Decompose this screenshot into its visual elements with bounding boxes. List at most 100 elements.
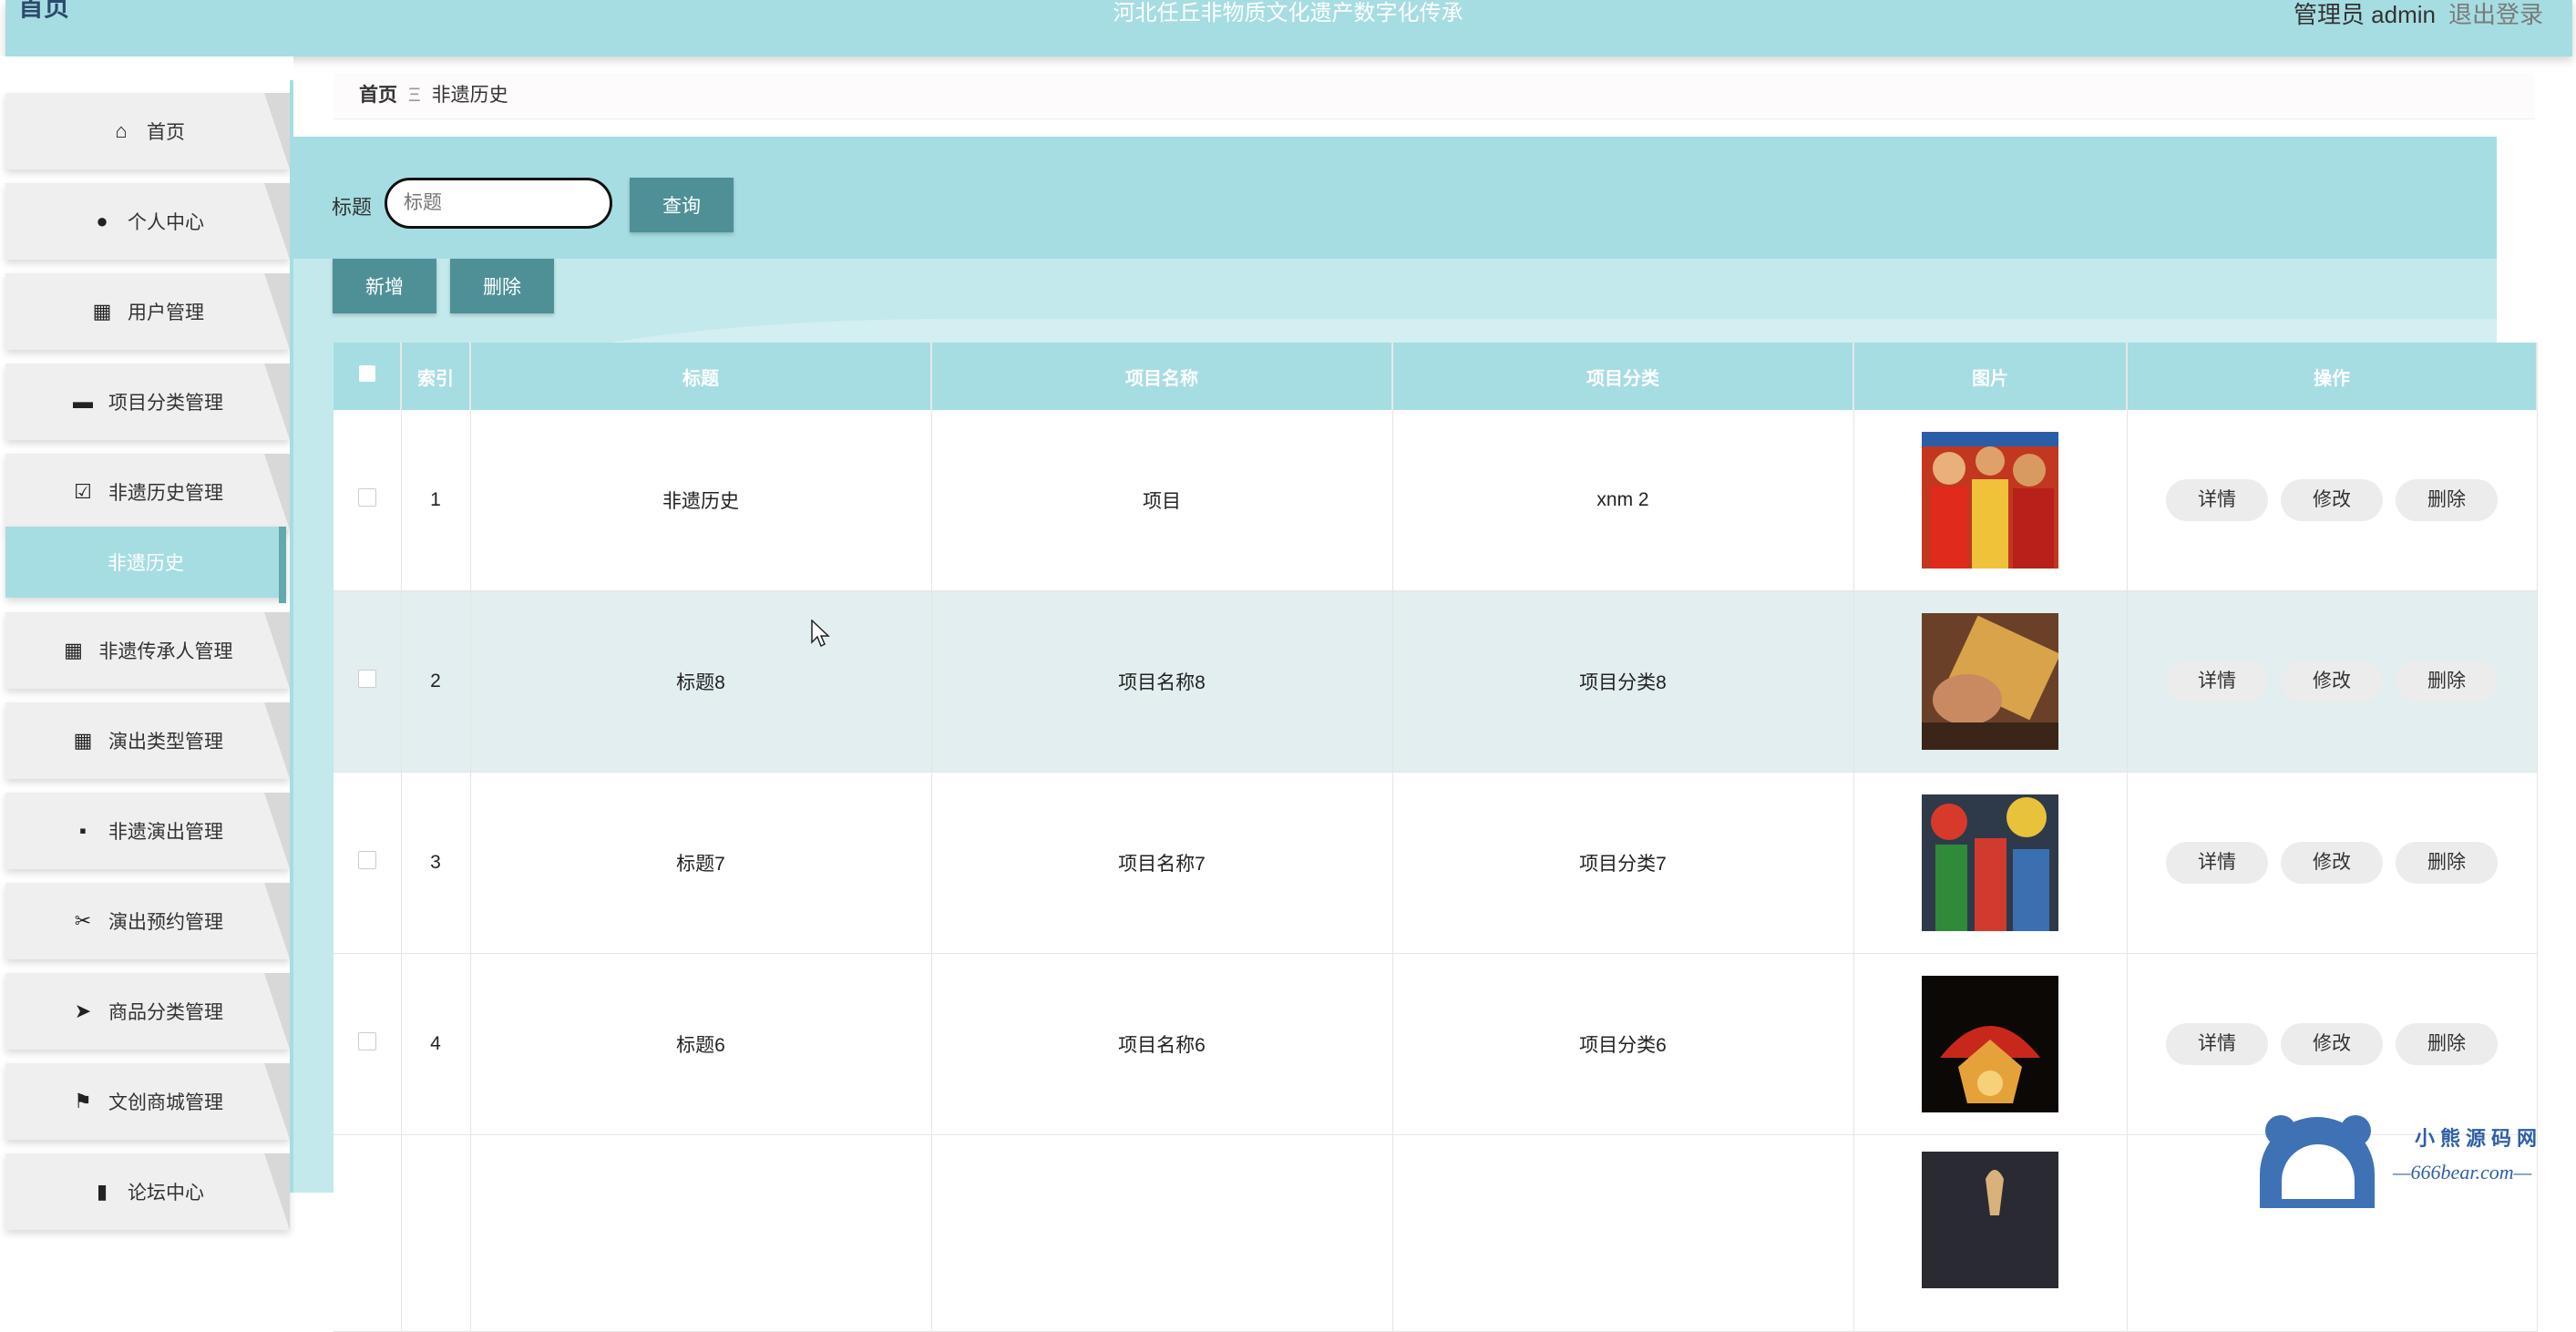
sidebar-item-inheritor[interactable]: ▦ 非遗传承人管理	[5, 612, 290, 689]
sidebar-item-label: 非遗历史	[108, 553, 184, 574]
sidebar-item-label: 文创商城管理	[108, 1092, 223, 1113]
sidebar-item-shop[interactable]: ⚑ 文创商城管理	[5, 1063, 290, 1140]
search-button[interactable]: 查询	[630, 178, 734, 232]
send-icon: ➤	[74, 999, 92, 1022]
sidebar-item-show[interactable]: ▪ 非遗演出管理	[5, 793, 290, 869]
cell-actions: 详情 修改 删除	[2127, 410, 2538, 591]
delete-button[interactable]: 删除	[2396, 661, 2498, 702]
cell-title: 非遗历史	[470, 410, 932, 591]
detail-button[interactable]: 详情	[2166, 479, 2268, 521]
sidebar-item-users[interactable]: ▦ 用户管理	[5, 273, 290, 350]
row-checkbox[interactable]	[357, 851, 376, 869]
breadcrumb: 首页 Ξ 非遗历史	[334, 73, 2535, 119]
sidebar-item-label: 用户管理	[128, 302, 204, 323]
row-select-cell	[334, 953, 402, 1135]
row-checkbox[interactable]	[357, 1032, 376, 1050]
search-input[interactable]	[385, 178, 612, 229]
table-row: 4 标题6 项目名称6 项目分类6 详情 修改 删除	[334, 953, 2538, 1135]
sidebar-item-project-category[interactable]: ▬ 项目分类管理	[5, 364, 290, 440]
row-checkbox[interactable]	[357, 670, 376, 688]
cell-title	[470, 1134, 932, 1332]
cell-project	[931, 1134, 1393, 1332]
table-row: 2 标题8 项目名称8 项目分类8 详情 修改 删除	[334, 590, 2538, 773]
user-icon: ●	[96, 210, 108, 232]
sidebar-item-profile[interactable]: ● 个人中心	[5, 183, 290, 260]
delete-button[interactable]: 删除	[2396, 842, 2498, 884]
sidebar-item-goods-category[interactable]: ➤ 商品分类管理	[5, 973, 290, 1050]
edit-button[interactable]: 修改	[2281, 1023, 2383, 1065]
watermark-title: 小熊源码网	[2415, 1127, 2543, 1150]
breadcrumb-home[interactable]: 首页	[359, 85, 397, 106]
column-header: 图片	[1853, 343, 2128, 410]
column-header: 项目名称	[931, 343, 1393, 410]
sidebar-subitem-heritage-history[interactable]: 非遗历史	[5, 527, 286, 603]
detail-button[interactable]: 详情	[2166, 842, 2268, 884]
monitor-icon: ▬	[73, 390, 93, 413]
grid-icon: ▦	[64, 639, 83, 661]
table-row: 3 标题7 项目名称7 项目分类7 详情 修改 删除	[334, 772, 2538, 954]
sidebar-item-forum[interactable]: ▮ 论坛中心	[5, 1153, 290, 1230]
flag-icon: ⚑	[74, 1090, 92, 1112]
row-image[interactable]	[1922, 976, 2058, 1112]
add-button[interactable]: 新增	[333, 259, 436, 313]
edit-button[interactable]: 修改	[2281, 479, 2383, 521]
delete-button[interactable]: 删除	[2396, 479, 2498, 521]
cell-title: 标题7	[470, 772, 932, 954]
sidebar-item-heritage-history-manage[interactable]: ☑ 非遗历史管理	[5, 454, 290, 530]
row-image[interactable]	[1922, 432, 2058, 569]
cell-actions: 详情 修改 删除	[2127, 953, 2538, 1135]
sidebar-item-label: 论坛中心	[128, 1183, 204, 1204]
cell-category: 项目分类7	[1392, 772, 1854, 954]
sidebar-item-label: 个人中心	[128, 212, 204, 233]
cell-image	[1853, 1134, 2128, 1332]
row-image[interactable]	[1922, 613, 2058, 750]
watermark-url: —666bear.com—	[2393, 1161, 2532, 1183]
sidebar-item-home[interactable]: ⌂ 首页	[5, 93, 290, 169]
home-icon: ⌂	[115, 119, 128, 142]
cell-category: 项目分类8	[1392, 590, 1854, 773]
sidebar-item-label: 首页	[147, 122, 185, 143]
cell-index: 2	[401, 590, 471, 773]
cell-category: 项目分类6	[1392, 953, 1854, 1135]
message-icon: ▪	[79, 819, 87, 842]
sidebar-item-label: 项目分类管理	[108, 393, 223, 414]
cell-actions: 详情 修改 删除	[2127, 590, 2538, 773]
row-checkbox[interactable]	[357, 488, 376, 507]
detail-button[interactable]: 详情	[2166, 661, 2268, 702]
batch-delete-button[interactable]: 删除	[450, 259, 554, 313]
edit-button[interactable]: 修改	[2281, 661, 2383, 702]
cell-category: xnm 2	[1392, 410, 1854, 591]
watermark: 小熊源码网 —666bear.com—	[2260, 1110, 2570, 1208]
row-select-cell	[334, 410, 402, 591]
delete-button[interactable]: 删除	[2396, 1023, 2498, 1065]
cell-index	[401, 1134, 471, 1332]
row-select-cell	[334, 772, 402, 954]
column-header: 索引	[401, 343, 471, 410]
select-all-checkbox[interactable]	[358, 365, 375, 382]
row-image[interactable]	[1922, 794, 2058, 931]
cell-image	[1853, 590, 2128, 773]
cell-image	[1853, 410, 2128, 591]
user-area: 管理员 admin 退出登录	[2294, 0, 2543, 29]
cell-project: 项目名称7	[931, 772, 1393, 954]
grid-icon: ▦	[73, 729, 93, 752]
cell-image	[1853, 772, 2128, 954]
detail-button[interactable]: 详情	[2166, 1023, 2268, 1065]
edit-button[interactable]: 修改	[2281, 842, 2383, 884]
table-row	[334, 1134, 2538, 1332]
cell-index: 1	[401, 410, 471, 591]
row-image[interactable]	[1922, 1152, 2058, 1288]
sidebar-item-booking[interactable]: ✂ 演出预约管理	[5, 883, 290, 959]
logout-link[interactable]: 退出登录	[2448, 1, 2543, 28]
cell-index: 4	[401, 953, 471, 1135]
ticket-icon: ✂	[74, 909, 92, 932]
cell-image	[1853, 953, 2128, 1135]
column-header: 项目分类	[1392, 343, 1854, 410]
sidebar-item-show-type[interactable]: ▦ 演出类型管理	[5, 702, 290, 779]
table-header-row: 索引 标题 项目名称 项目分类 图片 操作	[334, 343, 2538, 410]
data-table: 索引 标题 项目名称 项目分类 图片 操作 1 非遗历史 项目 xnm 2 详情…	[334, 343, 2538, 1332]
sidebar: ⌂ 首页 ● 个人中心 ▦ 用户管理 ▬ 项目分类管理 ☑ 非遗历史管理 非遗历史 ▦ 非遗…	[0, 56, 293, 1230]
clipboard-icon: ☑	[74, 480, 92, 503]
sidebar-item-label: 非遗历史管理	[108, 483, 223, 504]
breadcrumb-current: 非遗历史	[431, 85, 508, 106]
